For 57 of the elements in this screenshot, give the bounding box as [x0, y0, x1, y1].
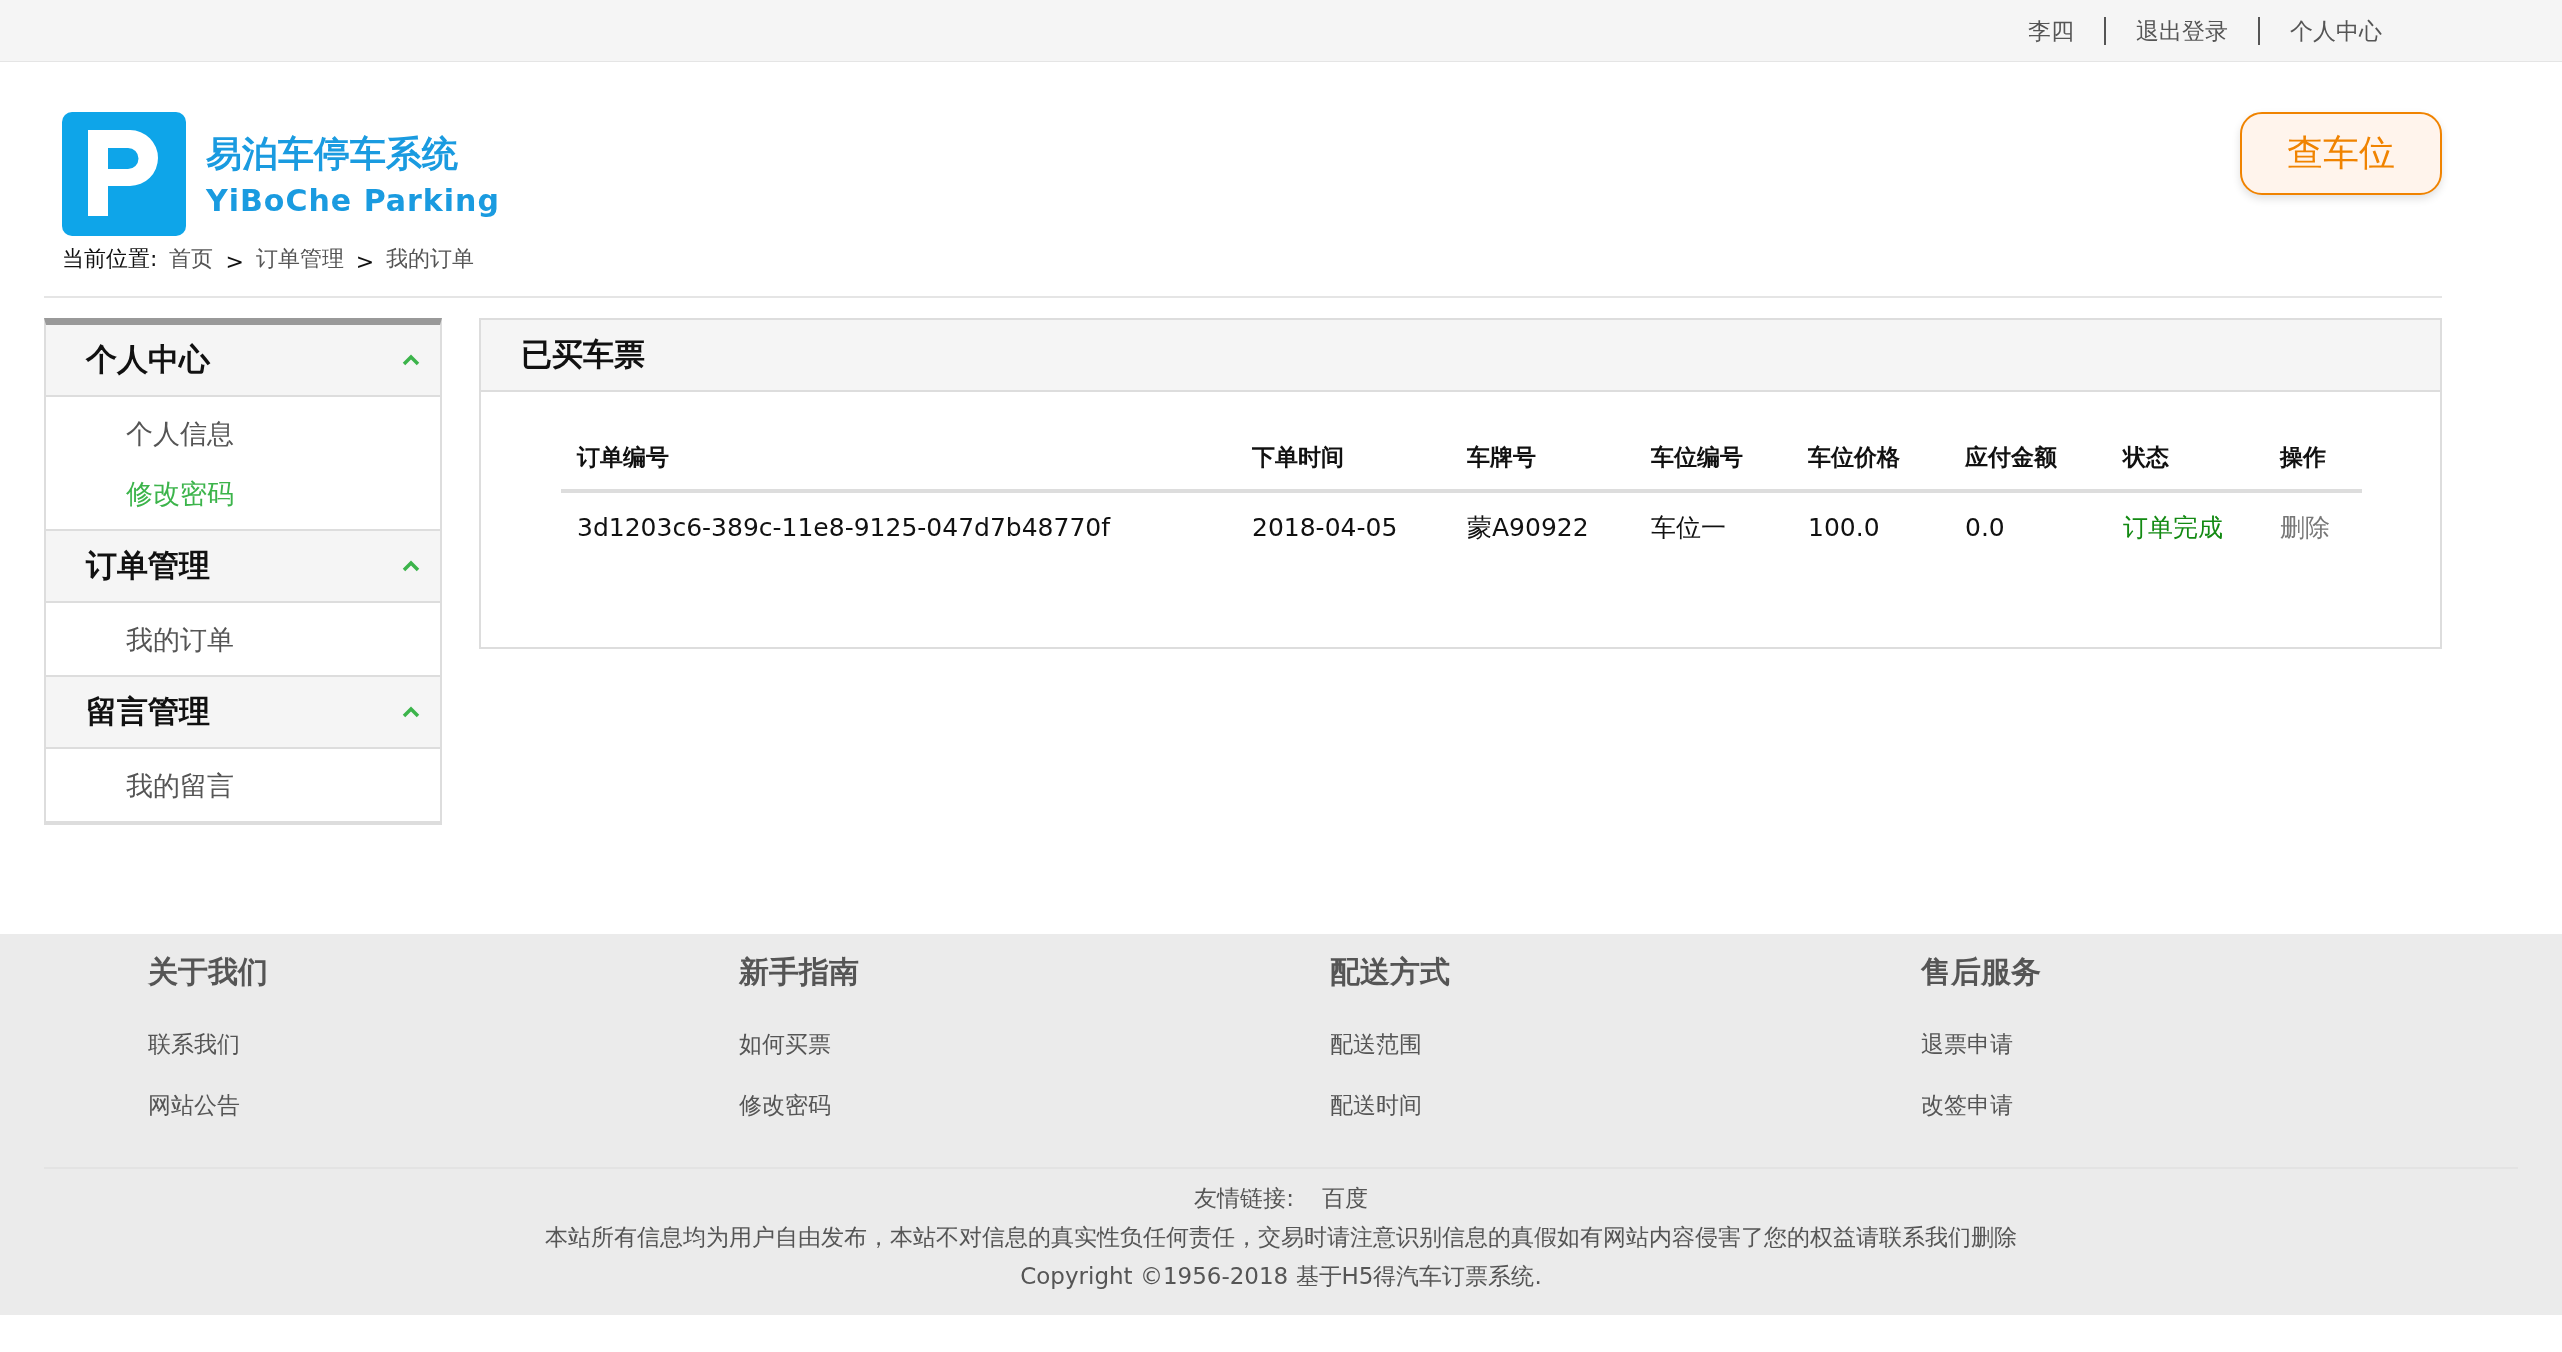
logo-title: 易泊车停车系统 [206, 132, 459, 176]
sidebar-item[interactable]: 个人信息 [126, 413, 440, 455]
footer-link[interactable]: 配送范围 [1330, 1029, 1921, 1060]
column-header: 车牌号 [1451, 442, 1635, 491]
column-header: 操作 [2264, 442, 2362, 491]
column-header: 车位价格 [1792, 442, 1949, 491]
footer-link[interactable]: 如何买票 [739, 1029, 1330, 1060]
breadcrumb-label: 当前位置: [62, 245, 158, 273]
footer-link[interactable]: 配送时间 [1330, 1090, 1921, 1121]
footer-heading: 售后服务 [1921, 953, 2042, 991]
chevron-up-icon[interactable] [402, 560, 420, 572]
table-cell: 3d1203c6-389c-11e8-9125-047d7b48770f [561, 491, 1236, 562]
sidebar-item[interactable]: 我的订单 [126, 619, 440, 661]
breadcrumb-link[interactable]: 我的订单 [386, 244, 475, 274]
logo-subtitle: YiBoChe Parking [206, 183, 500, 218]
breadcrumb-separator: > [355, 249, 375, 274]
footer-link[interactable]: 联系我们 [148, 1029, 739, 1060]
footer-heading: 关于我们 [148, 953, 269, 991]
sidebar-section-header[interactable]: 个人中心 [46, 325, 440, 397]
top-nav-link[interactable]: 退出登录 [2104, 16, 2258, 45]
table-cell: 蒙A90922 [1451, 491, 1635, 562]
sidebar-section-header[interactable]: 留言管理 [46, 677, 440, 749]
footer-link[interactable]: 网站公告 [148, 1090, 739, 1121]
chevron-up-icon[interactable] [402, 706, 420, 718]
chevron-up-icon[interactable] [402, 354, 420, 366]
disclaimer-text: 本站所有信息均为用户自由发布，本站不对信息的真实性负任何责任，交易时请注意识别信息的真假如有网站内容侵害了您的权益请联系我们删除 [545, 1223, 2017, 1252]
table-cell: 0.0 [1949, 491, 2107, 562]
table-cell: 100.0 [1792, 491, 1949, 562]
footer-link[interactable]: 改签申请 [1921, 1090, 2512, 1121]
section-title: 订单管理 [86, 546, 210, 585]
table-cell: 2018-04-05 [1236, 491, 1451, 562]
section-title: 留言管理 [86, 692, 210, 731]
parking-logo-icon [62, 112, 186, 236]
breadcrumb-link[interactable]: 订单管理 [255, 244, 344, 274]
footer-link[interactable]: 退票申请 [1921, 1029, 2512, 1060]
sidebar-section-header[interactable]: 订单管理 [46, 531, 440, 603]
friend-link[interactable]: 百度 [1321, 1183, 1368, 1214]
footer-link[interactable]: 修改密码 [739, 1090, 1330, 1121]
footer-heading: 新手指南 [739, 953, 860, 991]
column-header: 车位编号 [1635, 442, 1792, 491]
friend-links-label: 友情链接: [1194, 1184, 1294, 1213]
breadcrumb-separator: > [225, 249, 244, 274]
footer-heading: 配送方式 [1330, 953, 1451, 991]
top-nav-link[interactable]: 李四 [1998, 16, 2104, 45]
section-title: 个人中心 [86, 340, 210, 379]
column-header: 应付金额 [1949, 442, 2107, 491]
delete-link[interactable]: 删除 [2264, 491, 2362, 562]
top-nav-link[interactable]: 个人中心 [2258, 16, 2412, 45]
column-header: 下单时间 [1236, 442, 1451, 491]
panel-title: 已买车票 [521, 335, 645, 374]
status-text: 订单完成 [2107, 491, 2264, 562]
table-cell: 车位一 [1635, 491, 1792, 562]
copyright-text: Copyright ©1956-2018 基于H5得汽车订票系统. [1020, 1262, 1542, 1291]
sidebar-item[interactable]: 我的留言 [126, 765, 440, 807]
breadcrumb-link[interactable]: 首页 [169, 244, 214, 274]
column-header: 订单编号 [561, 442, 1236, 491]
column-header: 状态 [2107, 442, 2264, 491]
